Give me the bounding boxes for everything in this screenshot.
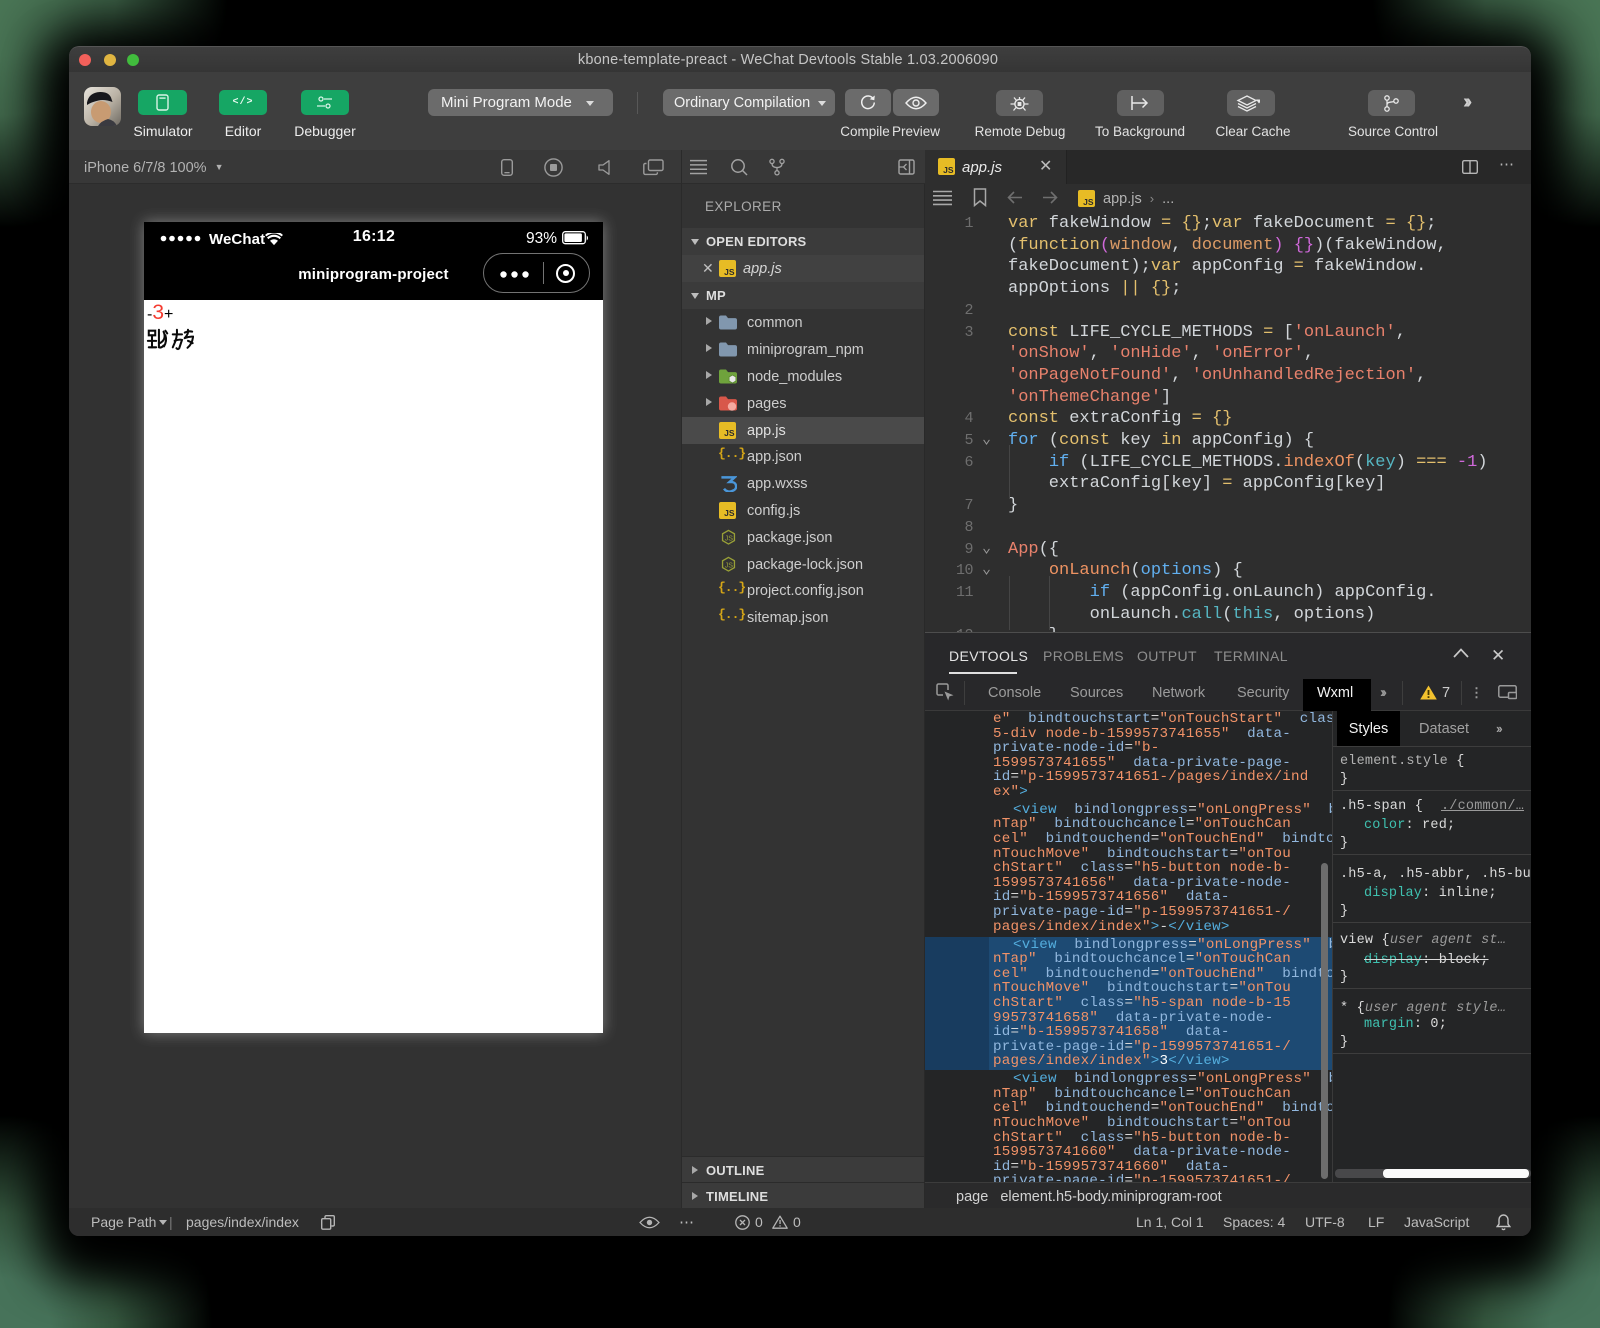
svg-text:JS: JS <box>725 561 734 569</box>
svg-text:JS: JS <box>725 534 734 542</box>
